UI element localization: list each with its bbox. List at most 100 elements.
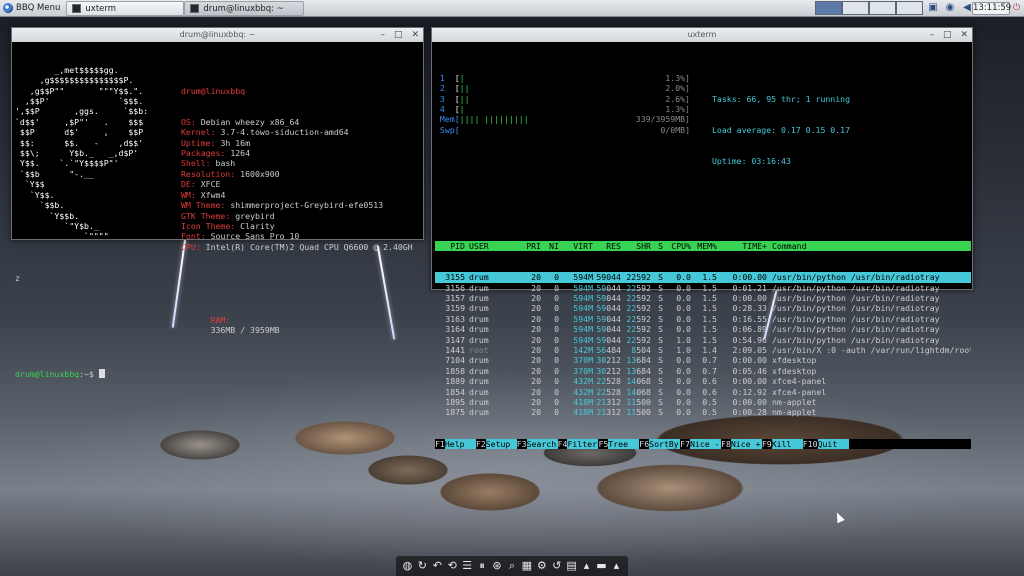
up-icon[interactable]: ▴ [581, 560, 593, 572]
fkey-tree[interactable]: F5 Tree [598, 438, 640, 450]
process-row[interactable]: 1875 drum 20 0 418M 21312 11500 S 0.0 0.5 0:00.28 n… [435, 407, 971, 417]
column-header-res[interactable]: RES [593, 241, 621, 251]
pause-icon[interactable]: ⏸ [476, 560, 488, 572]
column-header-user[interactable]: USER [465, 241, 515, 251]
mem-meter-label: Mem[ [435, 114, 460, 125]
htop-content[interactable]: 1 [| 1.3%] 2 [|| 2.0%] 3 [|| 2.6%] 4 [| 1.3%… [432, 42, 972, 470]
column-header-pid[interactable]: PID [435, 241, 465, 251]
chat-icon[interactable]: ▬ [595, 560, 607, 572]
process-table[interactable]: 3155 drum 20 0 594M 59044 22592 S 0.0 1.5 0:00.00/… [435, 272, 971, 418]
fkey-nice[interactable]: F8 Nice + [721, 438, 762, 450]
wifi-icon[interactable]: ◉ [944, 2, 956, 14]
process-row[interactable]: 1889 drum 20 0 432M 22528 14068 S 0.0 0.6 0:00.00 x… [435, 376, 971, 386]
fkey-nice[interactable]: F7 Nice - [680, 438, 722, 450]
cell-s: S [658, 397, 663, 407]
column-header-s[interactable]: S [651, 241, 663, 251]
cell-pri: 20 [531, 303, 541, 314]
fkey-search[interactable]: F3 Search [516, 438, 558, 450]
cell-virt: 370M [573, 365, 593, 376]
process-row[interactable]: 3163 drum 20 0 594M 59044 22592 S 0.0 1.5 0:16.55 /… [435, 314, 971, 324]
power-icon[interactable]: ⏻ [1013, 3, 1020, 13]
htop-window[interactable]: uxterm – □ ✕ 1 [| 1.3%] 2 [|| 2.0%] 3 [|| 2… [431, 27, 973, 450]
minimize-icon[interactable]: – [380, 28, 385, 42]
function-key-bar[interactable]: F1 Help F2 Setup F3 Search F4 Filter F5 Tree F6 Sor… [435, 438, 971, 450]
info-row: WM: Xfwm4 [181, 190, 413, 200]
document-icon[interactable]: ▤ [566, 560, 578, 572]
ascii-line: ',$$P ,ggs. `$$b: [15, 106, 149, 117]
list-icon[interactable]: ☰ [461, 560, 473, 572]
cell-shr: 22592 [626, 272, 651, 283]
cell-cmd: /usr/bin/python /usr/bin/radiotray [772, 334, 940, 345]
process-row[interactable]: 7104 drum 20 0 370M 30212 13684 S 0.0 0.7 0:00.00 x… [435, 355, 971, 365]
cell-pri: 20 [531, 407, 541, 418]
process-row[interactable]: 1441 root 20 0 142M 56484 8504 S 1.0 1.4 2:09.05/u… [435, 345, 971, 355]
process-row[interactable]: 1854 drum 20 0 432M 22528 14068 S 0.0 0.6 0:12.92 x… [435, 387, 971, 397]
workspace-3[interactable] [869, 1, 896, 15]
process-row[interactable]: 3164 drum 20 0 594M 59044 22592 S 0.0 1.5 0:06.89 /… [435, 324, 971, 334]
process-row[interactable]: 1895 drum 20 0 418M 21312 11500 S 0.0 0.5 0:00.00 n… [435, 397, 971, 407]
search-icon[interactable]: ⌕ [506, 560, 518, 572]
fkey-filter[interactable]: F4 Filter [558, 438, 599, 450]
taskbar-button-neofetch[interactable]: drum@linuxbbq: ~ [184, 1, 305, 16]
window-titlebar[interactable]: uxterm – □ ✕ [432, 28, 972, 42]
process-row[interactable]: 3155 drum 20 0 594M 59044 22592 S 0.0 1.5 0:00.00 /… [435, 272, 971, 283]
process-row[interactable]: 3156 drum 20 0 594M 59044 22592 S 0.0 1.5 0:01.21 /… [435, 283, 971, 293]
cell-res: 59044 [596, 272, 621, 283]
cell-res-hi: 59 [596, 313, 607, 324]
column-header-virt[interactable]: VIRT [559, 241, 593, 251]
column-header-cpu[interactable]: CPU% [663, 241, 691, 251]
column-header-time[interactable]: TIME+ [717, 241, 767, 251]
maximize-icon[interactable]: □ [943, 28, 952, 42]
fkey-help[interactable]: F1 Help [435, 438, 476, 450]
undo-icon[interactable]: ↶ [431, 560, 443, 572]
taskbar-button-uxterm[interactable]: uxterm [66, 1, 185, 16]
process-row[interactable]: 1858 drum 20 0 370M 30212 13684 S 0.0 0.7 0:05.46 x… [435, 366, 971, 376]
system-info: drum@linuxbbq OS: Debian wheezy x86_64 Ke… [181, 65, 413, 252]
cell-user: root [469, 344, 489, 355]
workspace-2[interactable] [842, 1, 869, 15]
process-row[interactable]: 3157 drum 20 0 594M 59044 22592 S 0.0 1.5 0:00.00 /… [435, 293, 971, 303]
fkey-label: Quit [817, 438, 849, 450]
terminal-content[interactable]: _,met$$$$$gg. ,g$$$$$$$$$$$$$$$P. ,g$$P"… [12, 42, 423, 402]
shell-prompt[interactable]: drum@linuxbbq:~$ [15, 368, 420, 379]
cell-shr: 13684 [626, 355, 651, 366]
process-row[interactable]: 3159 drum 20 0 594M 59044 22592 S 0.0 1.5 0:28.33 /… [435, 303, 971, 313]
cell-ni: 0 [554, 407, 559, 418]
screenshot-icon[interactable]: ▦ [521, 560, 533, 572]
reload-icon[interactable]: ↺ [551, 560, 563, 572]
column-header-command[interactable]: Command [767, 241, 971, 251]
process-table-header[interactable]: PID USER PRI NI VIRT RES SHR S CPU% MEM% TIME+ Comm… [435, 240, 971, 252]
column-header-ni[interactable]: NI [541, 241, 559, 251]
fkey-sortby[interactable]: F6 SortBy [639, 438, 681, 450]
process-row[interactable]: 3147 drum 20 0 594M 59044 22592 S 1.0 1.5 0:54.96 /… [435, 335, 971, 345]
column-header-shr[interactable]: SHR [621, 241, 651, 251]
fkey-kill[interactable]: F9 Kill [762, 438, 803, 450]
menu-button[interactable]: BBQ Menu [0, 0, 66, 17]
workspace-1[interactable] [815, 1, 842, 15]
maximize-icon[interactable]: □ [394, 28, 403, 42]
info-key: Shell: [181, 158, 211, 169]
neofetch-window[interactable]: drum@linuxbbq: ~ – □ ✕ _,met$$$$$gg. ,g$… [11, 27, 424, 379]
settings-icon[interactable]: ⚙ [536, 560, 548, 572]
close-icon[interactable]: ✕ [960, 28, 968, 42]
ascii-line: `$$b. [15, 200, 65, 211]
display-icon[interactable]: ▣ [927, 2, 939, 14]
refresh-icon[interactable]: ↻ [416, 560, 428, 572]
fkey-key: F3 [516, 438, 527, 449]
column-header-mem[interactable]: MEM% [691, 241, 717, 251]
globe-icon[interactable]: ◍ [401, 560, 413, 572]
window-titlebar[interactable]: drum@linuxbbq: ~ – □ ✕ [12, 28, 423, 42]
cell-virt: 432M [573, 376, 593, 387]
close-icon[interactable]: ✕ [411, 28, 419, 42]
workspace-4[interactable] [896, 1, 923, 15]
fkey-setup[interactable]: F2 Setup [476, 438, 517, 450]
network-icon[interactable]: ⊛ [491, 560, 503, 572]
history-icon[interactable]: ⟲ [446, 560, 458, 572]
fkey-quit[interactable]: F10 Quit [803, 438, 849, 450]
ascii-line: `Y$$b. [15, 210, 80, 221]
clock[interactable]: 13:11:59 [972, 2, 1011, 15]
up-icon[interactable]: ▴ [610, 560, 622, 572]
column-header-pri[interactable]: PRI [515, 241, 541, 251]
minimize-icon[interactable]: – [929, 28, 934, 42]
workspace-switcher[interactable] [815, 1, 923, 15]
